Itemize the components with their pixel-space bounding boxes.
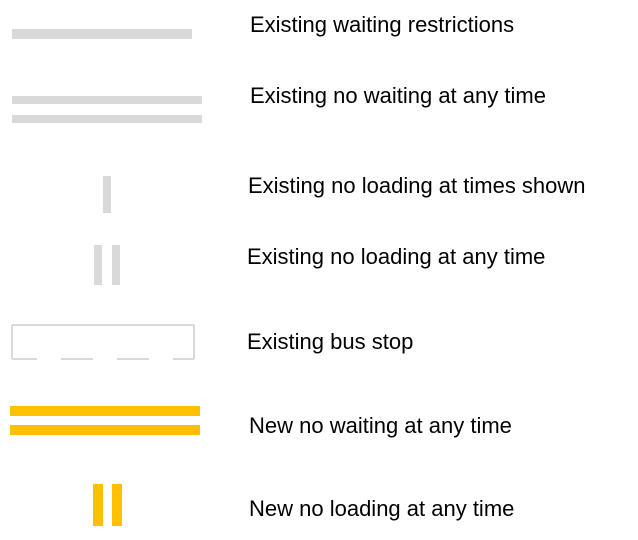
new-double-kerb-right-mark <box>112 484 122 526</box>
double-kerb-mark-swatch-existing <box>94 245 122 285</box>
legend-label-new-no-waiting-any-time: New no waiting at any time <box>249 413 512 438</box>
double-kerb-right-mark <box>112 245 120 285</box>
bus-stop-box-swatch <box>11 324 195 364</box>
single-kerb-mark-swatch <box>103 176 111 213</box>
legend-label-existing-bus-stop: Existing bus stop <box>247 329 414 354</box>
bus-stop-box-mark <box>11 324 195 360</box>
double-line-upper-mark <box>12 96 202 104</box>
legend-label-existing-no-loading-times-shown: Existing no loading at times shown <box>248 173 586 198</box>
legend-label-existing-no-waiting-any-time: Existing no waiting at any time <box>250 83 546 108</box>
legend-label-new-no-loading-any-time: New no loading at any time <box>249 496 515 521</box>
double-kerb-left-mark <box>94 245 102 285</box>
new-double-kerb-left-mark <box>93 484 103 526</box>
road-markings-legend: Existing waiting restrictions Existing n… <box>0 0 638 540</box>
double-line-lower-mark <box>12 115 202 123</box>
legend-label-existing-no-loading-any-time: Existing no loading at any time <box>247 244 546 269</box>
new-double-line-upper-mark <box>10 406 200 416</box>
single-line-swatch <box>12 29 192 39</box>
single-line-mark <box>12 29 192 39</box>
double-kerb-mark-swatch-new <box>93 484 123 526</box>
new-double-line-lower-mark <box>10 425 200 435</box>
single-kerb-mark <box>103 176 111 213</box>
double-line-swatch-existing <box>12 96 202 124</box>
double-line-swatch-new <box>10 406 200 436</box>
legend-label-existing-waiting-restrictions: Existing waiting restrictions <box>250 12 515 37</box>
